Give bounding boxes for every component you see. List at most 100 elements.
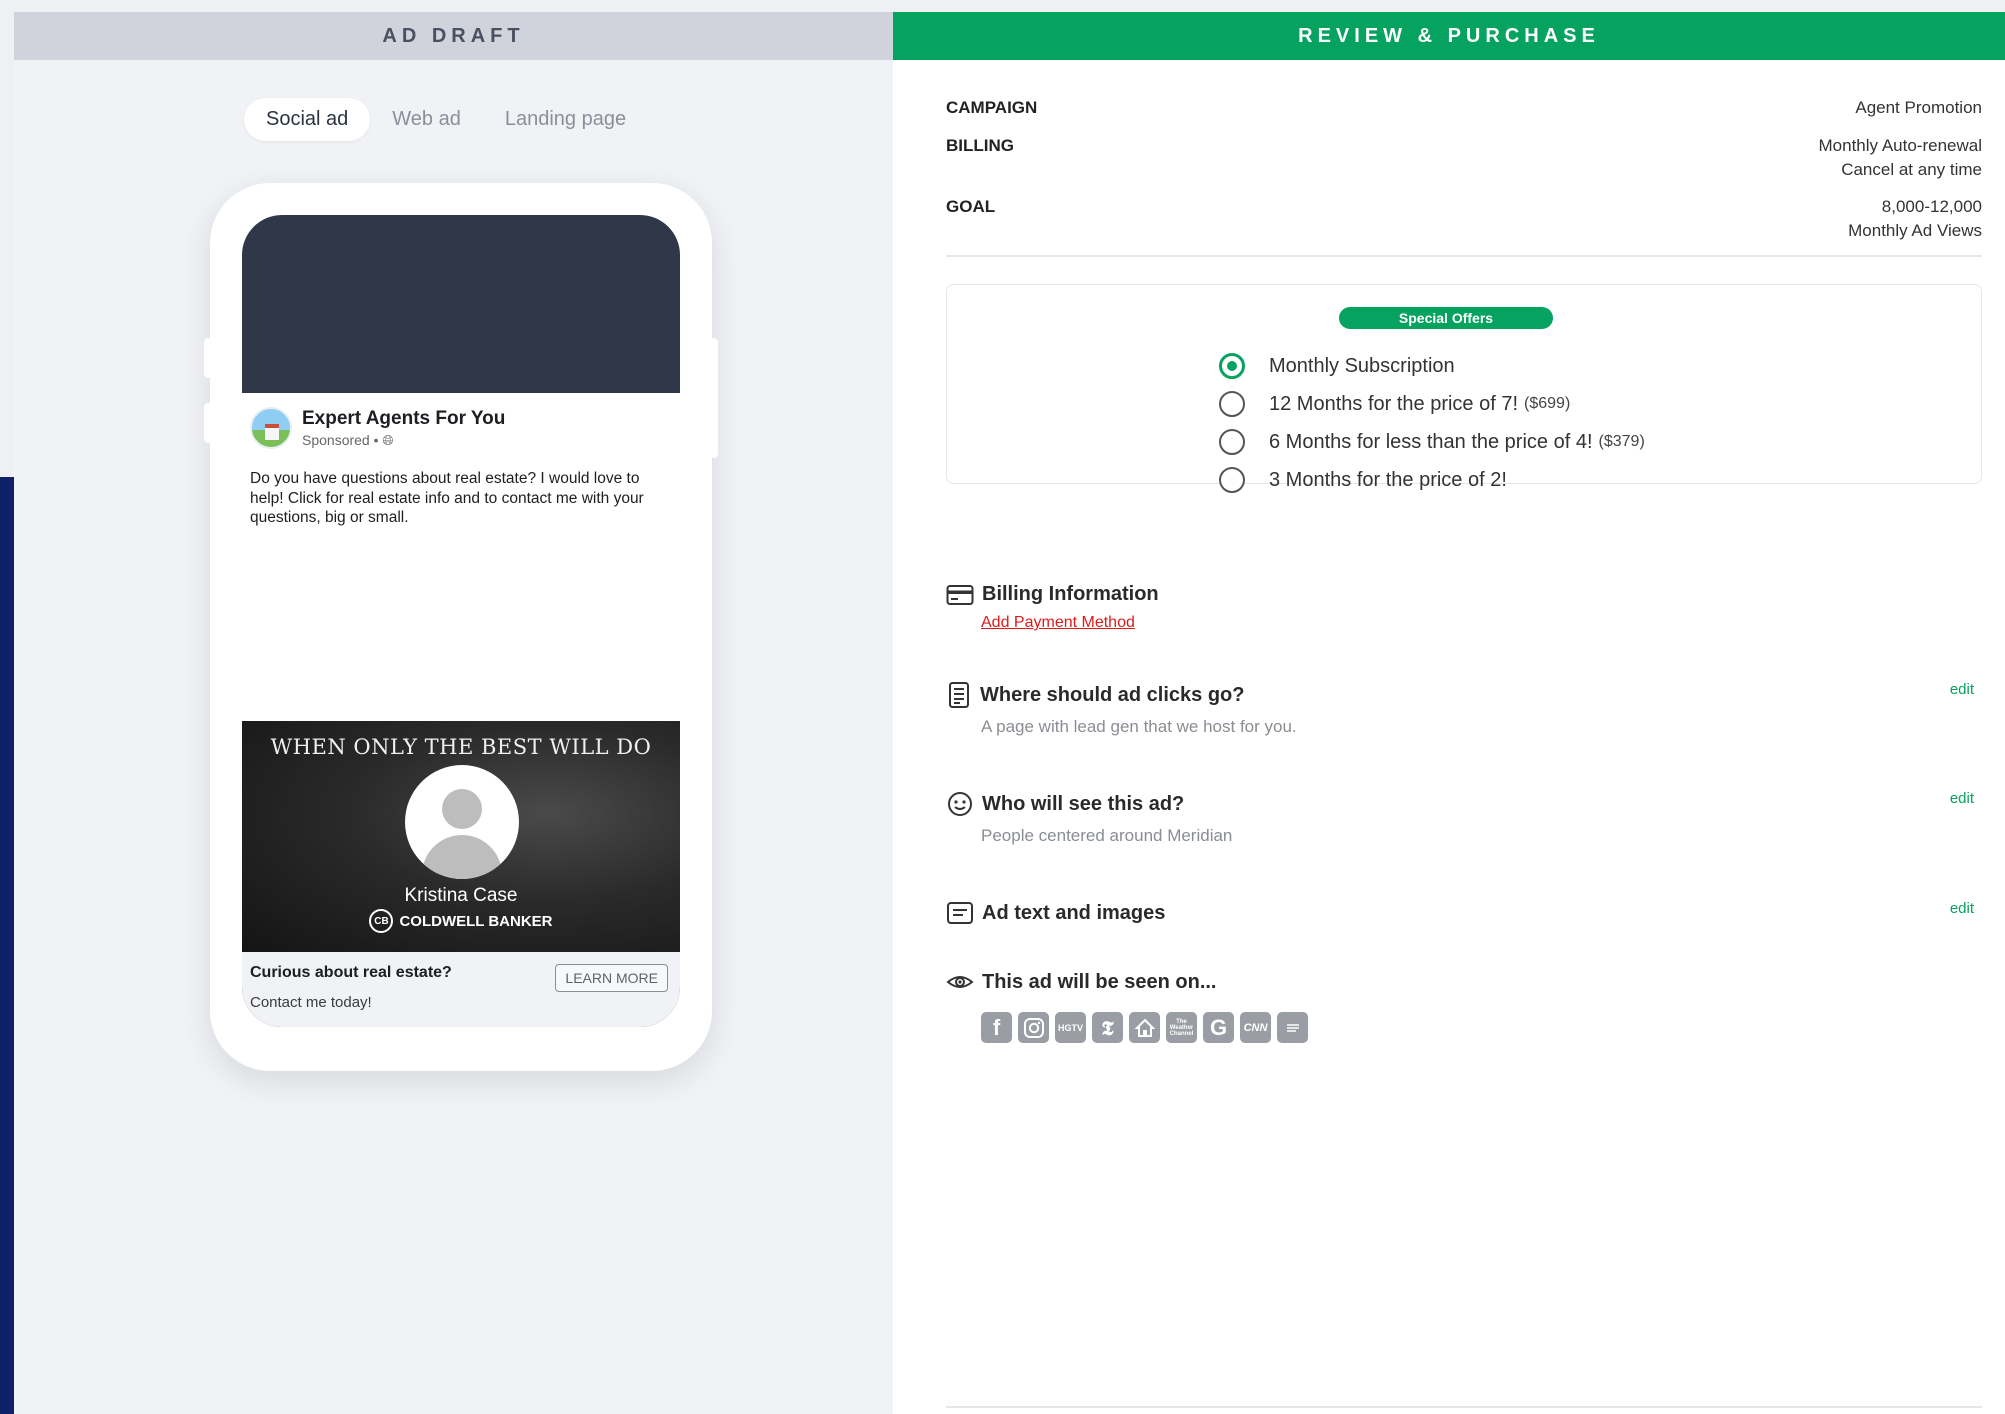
- post-body-text: Do you have questions about real estate?…: [250, 470, 644, 526]
- offer-label: 6 Months for less than the price of 4!: [1269, 430, 1593, 453]
- ad-creative-image: WHEN ONLY THE BEST WILL DO Kristina Case…: [242, 721, 680, 952]
- instagram-icon: [1018, 1012, 1049, 1043]
- cnn-icon: CNN: [1240, 1012, 1271, 1043]
- radio-unselected[interactable]: [1219, 429, 1245, 455]
- campaign-value: Agent Promotion: [1855, 96, 1982, 120]
- ad-clicks-title: Where should ad clicks go?: [946, 681, 1982, 709]
- instagram-glyph: [1023, 1017, 1044, 1038]
- billing-information-section: Billing Information Add Payment Method: [946, 583, 1982, 632]
- ad-cta-bar: Curious about real estate? Contact me to…: [242, 952, 680, 1027]
- edit-audience-link[interactable]: edit: [1950, 790, 1974, 807]
- offer-option-monthly[interactable]: Monthly Subscription: [1219, 353, 1455, 379]
- seen-on-label: This ad will be seen on...: [982, 970, 1217, 993]
- ad-text-title: Ad text and images: [946, 900, 1982, 926]
- audience-title: Who will see this ad?: [946, 790, 1982, 818]
- ad-draft-panel: AD DRAFT Social ad Web ad Landing page E…: [14, 12, 893, 1414]
- offer-option-6-months[interactable]: 6 Months for less than the price of 4! (…: [1219, 429, 1645, 455]
- news-glyph: [1286, 1023, 1299, 1032]
- smiley-face-icon: [948, 792, 972, 816]
- audience-label: Who will see this ad?: [982, 792, 1185, 815]
- ad-clicks-section: Where should ad clicks go? A page with l…: [946, 681, 1982, 737]
- google-icon: G: [1203, 1012, 1234, 1043]
- brokerage-name: COLDWELL BANKER: [399, 912, 553, 930]
- globe-icon: 🌐︎: [382, 431, 394, 448]
- goal-value: 8,000-12,000 Monthly Ad Views: [1848, 195, 1982, 243]
- sponsored-label: Sponsored • 🌐︎: [302, 432, 505, 449]
- special-offers-box: Special Offers Monthly Subscription 12 M…: [946, 284, 1982, 493]
- offer-price: ($699): [1524, 395, 1571, 412]
- add-payment-method-link[interactable]: Add Payment Method: [981, 614, 1135, 632]
- phone-screen: Expert Agents For You Sponsored • 🌐︎ Do …: [242, 215, 680, 1027]
- backdrop-top-strip: [893, 0, 2005, 12]
- billing-value-line-1: Monthly Auto-renewal: [1818, 136, 1982, 155]
- page-name: Expert Agents For You: [302, 407, 506, 429]
- page-icon: [949, 682, 969, 708]
- ad-text-icon: [947, 902, 973, 924]
- billing-value-line-2: Cancel at any time: [1841, 160, 1982, 179]
- credit-card-icon: [946, 584, 974, 605]
- phone-side-button: [204, 403, 212, 443]
- radio-unselected[interactable]: [1219, 467, 1245, 493]
- ad-draft-header: AD DRAFT: [14, 12, 893, 60]
- edit-ad-clicks-link[interactable]: edit: [1950, 681, 1974, 698]
- tab-landing-page[interactable]: Landing page: [483, 98, 648, 141]
- goal-value-line-2: Monthly Ad Views: [1848, 221, 1982, 240]
- news-network-icon: [1277, 1012, 1308, 1043]
- ad-text-label: Ad text and images: [982, 901, 1166, 924]
- ad-subheadline: Contact me today!: [250, 994, 372, 1011]
- person-head-icon: [442, 789, 482, 829]
- phone-side-button: [204, 338, 212, 378]
- ad-text-section: Ad text and images edit: [946, 900, 1982, 926]
- ad-networks-list: f HGTV 𝕿 The Weather Channel G CNN: [981, 1012, 1308, 1043]
- nytimes-icon: 𝕿: [1092, 1012, 1123, 1043]
- audience-description: People centered around Meridian: [981, 826, 1233, 845]
- agent-photo-placeholder: [405, 765, 519, 879]
- offer-label: 3 Months for the price of 2!: [1269, 468, 1507, 491]
- review-purchase-panel: REVIEW & PURCHASE CAMPAIGN Agent Promoti…: [893, 12, 2005, 1414]
- offer-option-12-months[interactable]: 12 Months for the price of 7! ($699): [1219, 391, 1570, 417]
- phone-mockup: Expert Agents For You Sponsored • 🌐︎ Do …: [204, 183, 718, 1071]
- hgtv-icon: HGTV: [1055, 1012, 1086, 1043]
- weather-channel-icon: The Weather Channel: [1166, 1012, 1197, 1043]
- billing-information-title: Billing Information: [946, 583, 1982, 606]
- radio-unselected[interactable]: [1219, 391, 1245, 417]
- brokerage-seal-icon: CB: [369, 909, 394, 933]
- campaign-value-text: Agent Promotion: [1855, 98, 1982, 117]
- tab-social-ad[interactable]: Social ad: [244, 98, 371, 141]
- ad-tagline: WHEN ONLY THE BEST WILL DO: [270, 735, 652, 759]
- seen-on-section: This ad will be seen on...: [946, 970, 1982, 994]
- eye-icon: [946, 976, 974, 988]
- brokerage-logo: CB COLDWELL BANKER: [242, 909, 680, 933]
- special-offers-badge: Special Offers: [1339, 307, 1553, 329]
- goal-value-line-1: 8,000-12,000: [1881, 197, 1982, 216]
- edit-ad-text-link[interactable]: edit: [1950, 900, 1974, 917]
- offer-label: 12 Months for the price of 7!: [1269, 392, 1519, 415]
- post-header: Expert Agents For You Sponsored • 🌐︎: [250, 407, 505, 449]
- seen-on-title: This ad will be seen on...: [946, 970, 1982, 994]
- facebook-icon: f: [981, 1012, 1012, 1043]
- goal-label: GOAL: [946, 197, 996, 216]
- ad-clicks-label: Where should ad clicks go?: [980, 683, 1245, 706]
- agent-name: Kristina Case: [404, 885, 518, 906]
- social-ad-post: Expert Agents For You Sponsored • 🌐︎ Do …: [242, 393, 680, 952]
- campaign-label: CAMPAIGN: [946, 98, 1038, 117]
- summary-divider: [946, 255, 1982, 257]
- footer-divider: [946, 1406, 1982, 1408]
- offer-option-3-months[interactable]: 3 Months for the price of 2!: [1219, 467, 1507, 493]
- phone-side-button: [710, 338, 718, 458]
- realtor-icon: [1129, 1012, 1160, 1043]
- tab-web-ad[interactable]: Web ad: [370, 98, 483, 141]
- person-body-icon: [422, 835, 502, 879]
- billing-value: Monthly Auto-renewal Cancel at any time: [1819, 134, 1982, 182]
- ad-clicks-description: A page with lead gen that we host for yo…: [981, 717, 1297, 736]
- offer-price: ($379): [1598, 433, 1645, 450]
- billing-information-label: Billing Information: [982, 583, 1159, 605]
- sponsored-text: Sponsored •: [302, 431, 383, 448]
- poster-info: Expert Agents For You Sponsored • 🌐︎: [302, 408, 505, 449]
- ad-type-tabs: Social ad Web ad Landing page: [244, 98, 648, 141]
- house-glyph: [1134, 1018, 1155, 1037]
- ad-headline: Curious about real estate?: [250, 964, 452, 981]
- radio-selected[interactable]: [1219, 353, 1245, 379]
- learn-more-button[interactable]: LEARN MORE: [555, 964, 668, 992]
- billing-label: BILLING: [946, 136, 1014, 155]
